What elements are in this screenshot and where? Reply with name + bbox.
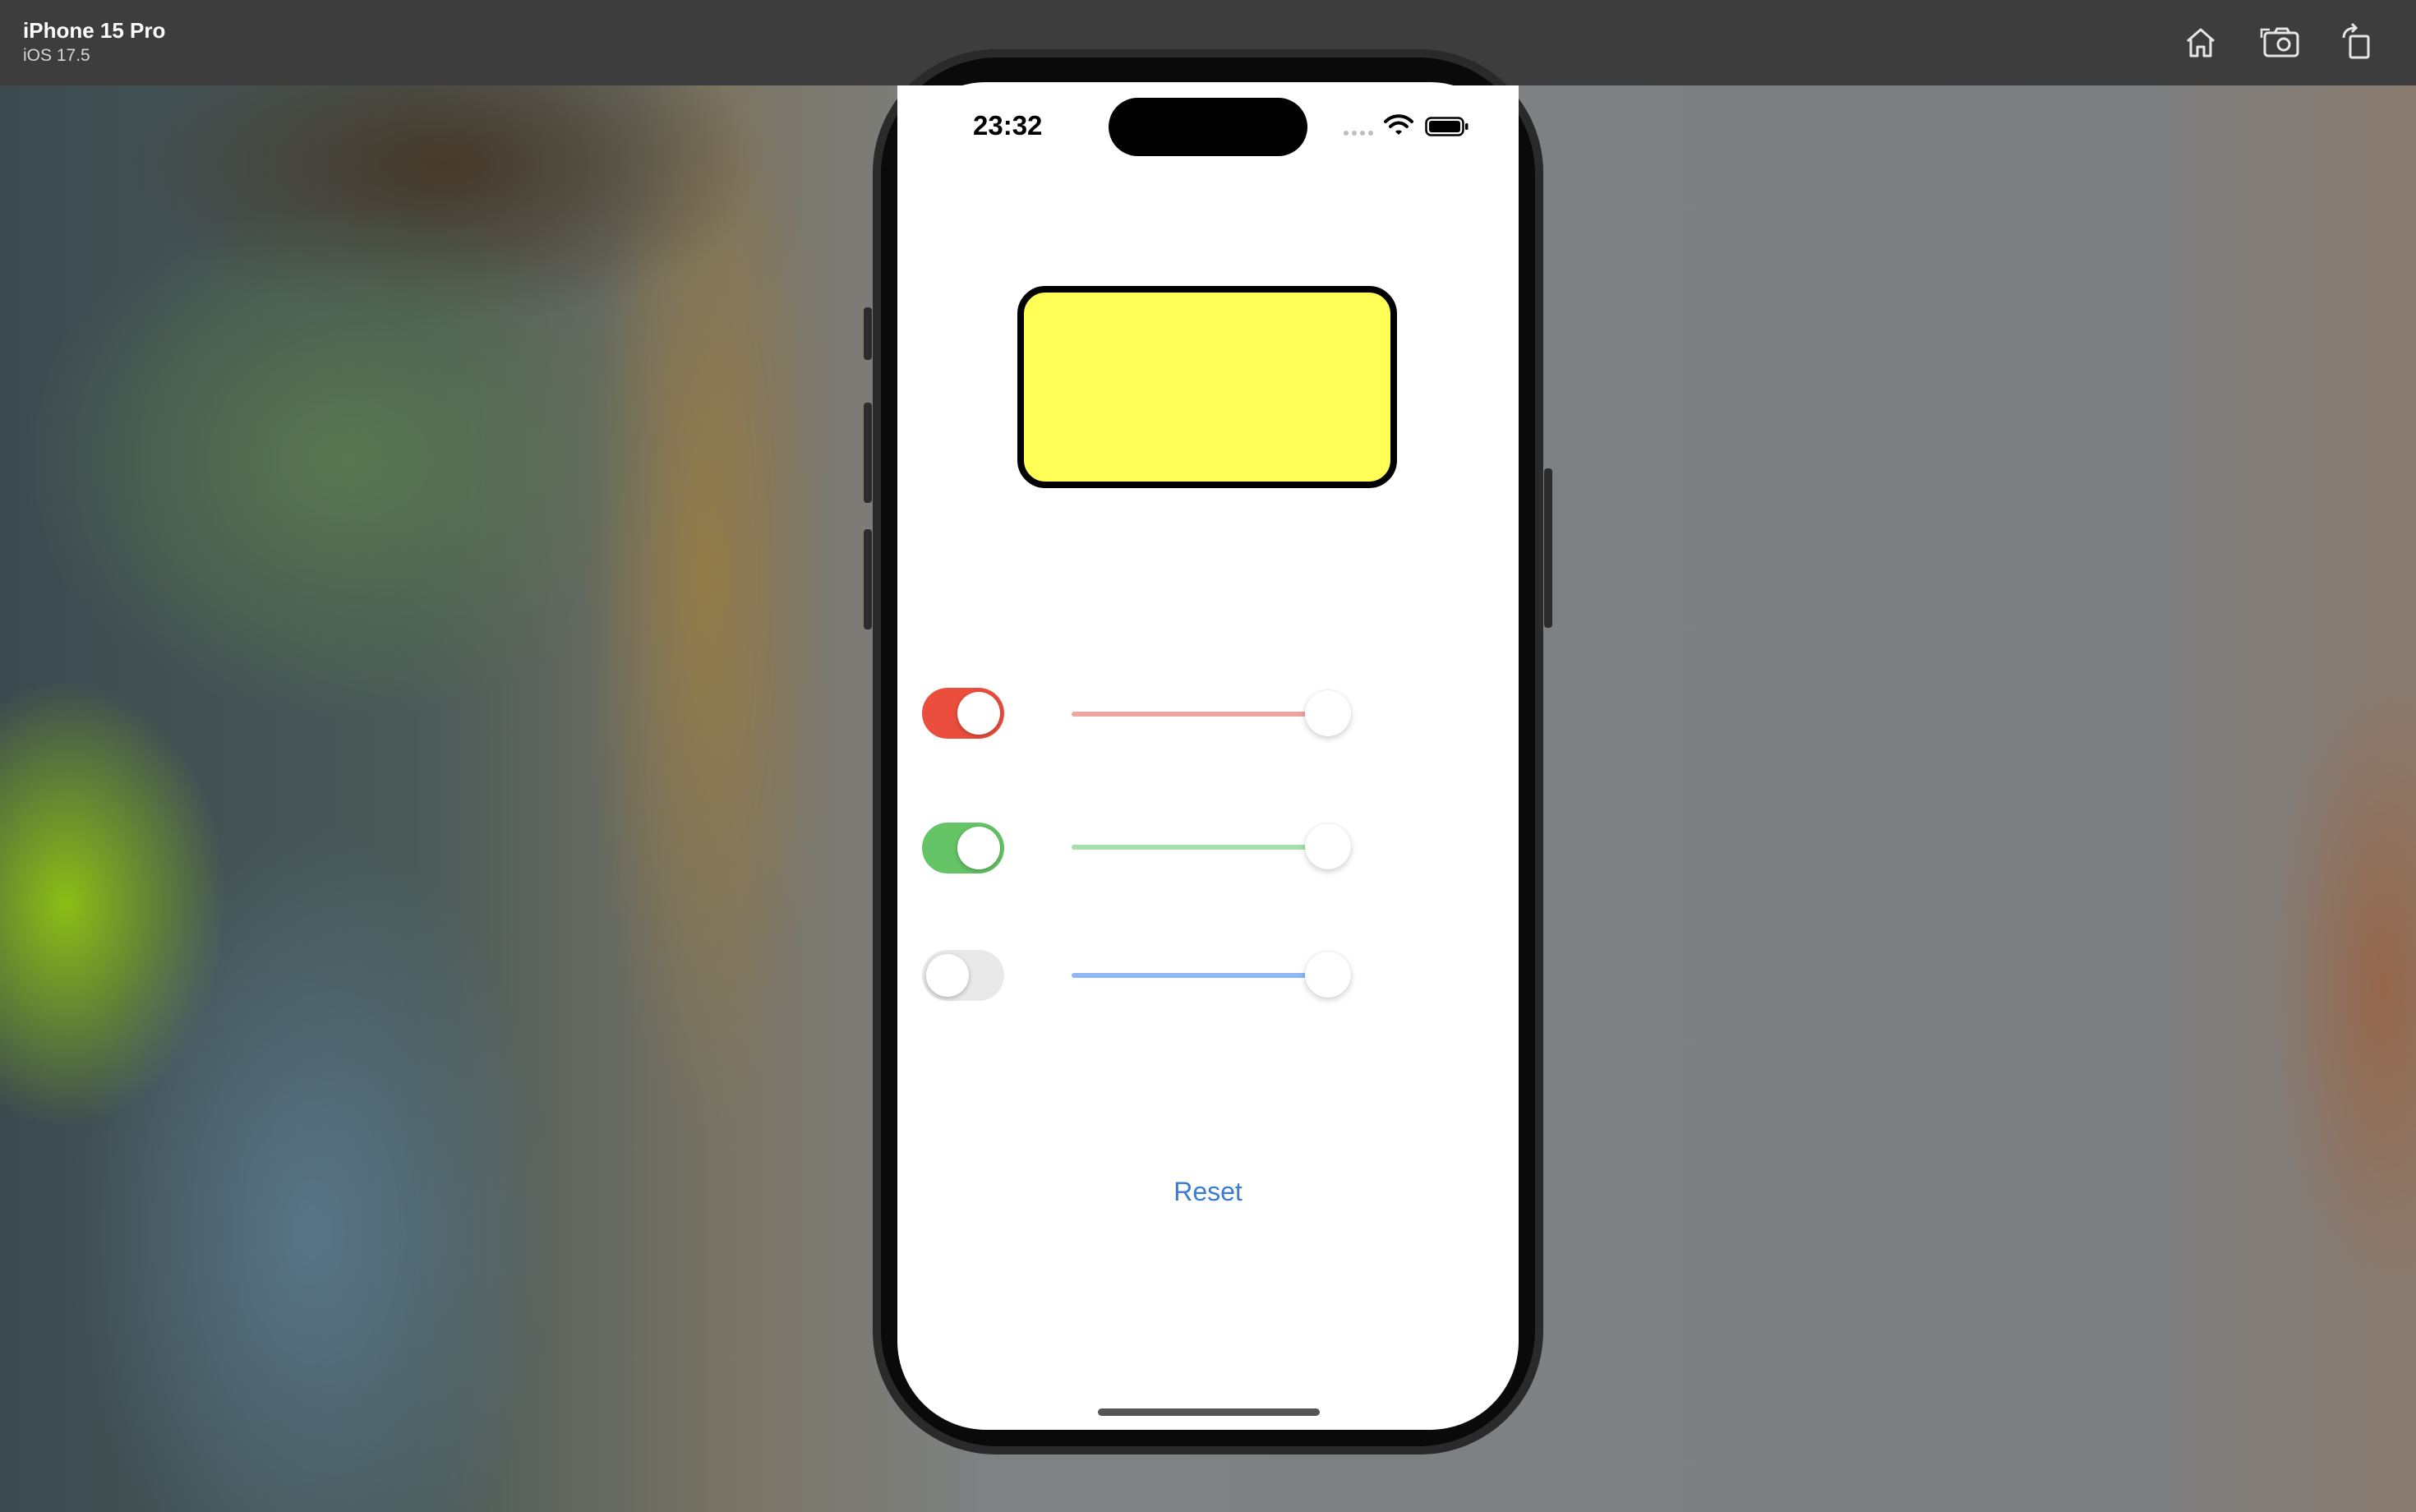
reset-button[interactable]: Reset — [1134, 1177, 1282, 1207]
slider-track-fill — [1072, 973, 1318, 978]
screenshot-icon[interactable] — [2260, 21, 2303, 64]
power-button — [1544, 468, 1552, 628]
blue-slider[interactable] — [1072, 952, 1351, 998]
home-icon[interactable] — [2179, 21, 2222, 64]
slider-thumb[interactable] — [1305, 690, 1351, 736]
slider-thumb[interactable] — [1305, 952, 1351, 998]
color-preview-box — [1017, 286, 1397, 488]
toggle-knob — [957, 692, 1000, 735]
battery-icon — [1425, 117, 1469, 136]
blue-toggle[interactable] — [922, 950, 1004, 1001]
device-os-version: iOS 17.5 — [23, 46, 90, 65]
action-button — [864, 307, 872, 360]
wifi-icon — [1384, 114, 1413, 135]
status-time: 23:32 — [973, 110, 1043, 141]
rotate-icon[interactable] — [2335, 21, 2378, 64]
slider-track-fill — [1072, 845, 1318, 850]
red-toggle[interactable] — [922, 688, 1004, 739]
green-slider[interactable] — [1072, 823, 1351, 869]
slider-thumb[interactable] — [1305, 823, 1351, 869]
green-toggle[interactable] — [922, 823, 1004, 874]
dynamic-island — [1109, 98, 1307, 156]
device-name: iPhone 15 Pro — [23, 18, 166, 43]
toggle-knob — [957, 827, 1000, 869]
home-indicator — [1098, 1408, 1320, 1416]
volume-up-button — [864, 403, 872, 503]
slider-track-fill — [1072, 712, 1318, 717]
volume-down-button — [864, 529, 872, 629]
red-slider[interactable] — [1072, 690, 1351, 736]
signal-icon — [1344, 131, 1373, 136]
toggle-knob — [926, 954, 969, 997]
